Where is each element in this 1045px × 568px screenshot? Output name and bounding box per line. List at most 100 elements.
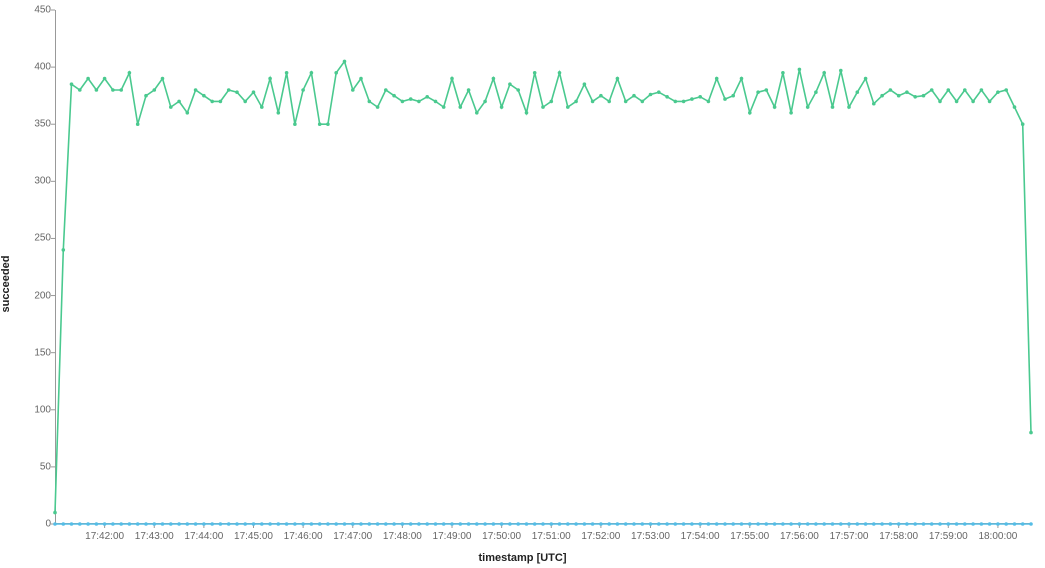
data-point	[293, 522, 297, 526]
data-point	[541, 522, 545, 526]
data-point	[947, 522, 951, 526]
data-point	[227, 522, 231, 526]
data-point	[508, 522, 512, 526]
data-point	[922, 522, 926, 526]
y-tick-label: 250	[23, 233, 51, 244]
data-point	[847, 105, 851, 109]
data-point	[748, 111, 752, 115]
data-point	[657, 522, 661, 526]
data-point	[252, 90, 256, 94]
data-point	[616, 77, 620, 81]
data-point	[856, 522, 860, 526]
x-tick-label: 17:43:00	[135, 531, 174, 542]
y-tick-label: 350	[23, 119, 51, 130]
data-point	[880, 522, 884, 526]
data-point	[583, 522, 587, 526]
data-point	[525, 522, 529, 526]
data-point	[765, 522, 769, 526]
data-point	[632, 94, 636, 98]
data-point	[847, 522, 851, 526]
data-point	[641, 100, 645, 104]
data-point	[988, 522, 992, 526]
data-point	[607, 100, 611, 104]
data-point	[533, 522, 537, 526]
data-point	[715, 522, 719, 526]
x-axis-label: timestamp [UTC]	[478, 552, 566, 564]
x-tick-label: 17:55:00	[730, 531, 769, 542]
data-point	[1004, 522, 1008, 526]
data-point	[467, 88, 471, 92]
data-point	[682, 100, 686, 104]
data-point	[516, 522, 520, 526]
data-point	[889, 522, 893, 526]
data-point	[219, 522, 223, 526]
data-point	[459, 105, 463, 109]
x-tick-label: 17:48:00	[383, 531, 422, 542]
data-point	[368, 522, 372, 526]
data-point	[558, 522, 562, 526]
data-point	[153, 88, 157, 92]
x-tick-label: 17:52:00	[581, 531, 620, 542]
data-point	[483, 522, 487, 526]
data-point	[822, 522, 826, 526]
data-point	[144, 94, 148, 98]
x-tick-label: 17:57:00	[830, 531, 869, 542]
data-point	[872, 522, 876, 526]
data-point	[913, 522, 917, 526]
data-point	[674, 522, 678, 526]
data-point	[814, 90, 818, 94]
data-point	[798, 522, 802, 526]
data-point	[591, 100, 595, 104]
data-point	[351, 522, 355, 526]
data-point	[657, 90, 661, 94]
x-tick-label: 17:49:00	[433, 531, 472, 542]
data-point	[856, 90, 860, 94]
data-point	[434, 100, 438, 104]
data-point	[731, 522, 735, 526]
data-point	[425, 522, 429, 526]
data-point	[864, 522, 868, 526]
data-point	[864, 77, 868, 81]
data-point	[368, 100, 372, 104]
data-point	[95, 88, 99, 92]
data-point	[624, 100, 628, 104]
data-point	[500, 522, 504, 526]
data-point	[756, 522, 760, 526]
data-point	[1029, 522, 1033, 526]
data-point	[376, 105, 380, 109]
data-point	[773, 105, 777, 109]
data-point	[806, 522, 810, 526]
data-point	[128, 522, 132, 526]
data-point	[401, 100, 405, 104]
data-point	[1004, 88, 1008, 92]
data-point	[905, 522, 909, 526]
x-tick-label: 17:44:00	[184, 531, 223, 542]
data-point	[641, 522, 645, 526]
data-point	[169, 105, 173, 109]
chart-container: succeeded timestamp [UTC] 05010015020025…	[0, 0, 1045, 568]
data-point	[260, 105, 264, 109]
x-tick-label: 17:56:00	[780, 531, 819, 542]
data-point	[624, 522, 628, 526]
data-point	[409, 97, 413, 101]
data-point	[70, 82, 74, 86]
data-point	[781, 71, 785, 75]
data-point	[53, 511, 57, 515]
data-point	[500, 105, 504, 109]
data-point	[202, 94, 206, 98]
data-point	[1013, 522, 1017, 526]
data-point	[872, 102, 876, 106]
x-tick-label: 17:51:00	[532, 531, 571, 542]
data-point	[62, 248, 66, 252]
data-point	[243, 522, 247, 526]
data-point	[334, 522, 338, 526]
x-tick-label: 17:54:00	[681, 531, 720, 542]
data-point	[186, 111, 190, 115]
data-point	[707, 522, 711, 526]
data-point	[789, 111, 793, 115]
data-point	[252, 522, 256, 526]
data-point	[508, 82, 512, 86]
data-point	[574, 100, 578, 104]
data-point	[136, 522, 140, 526]
y-axis-label: succeeded	[0, 256, 12, 313]
